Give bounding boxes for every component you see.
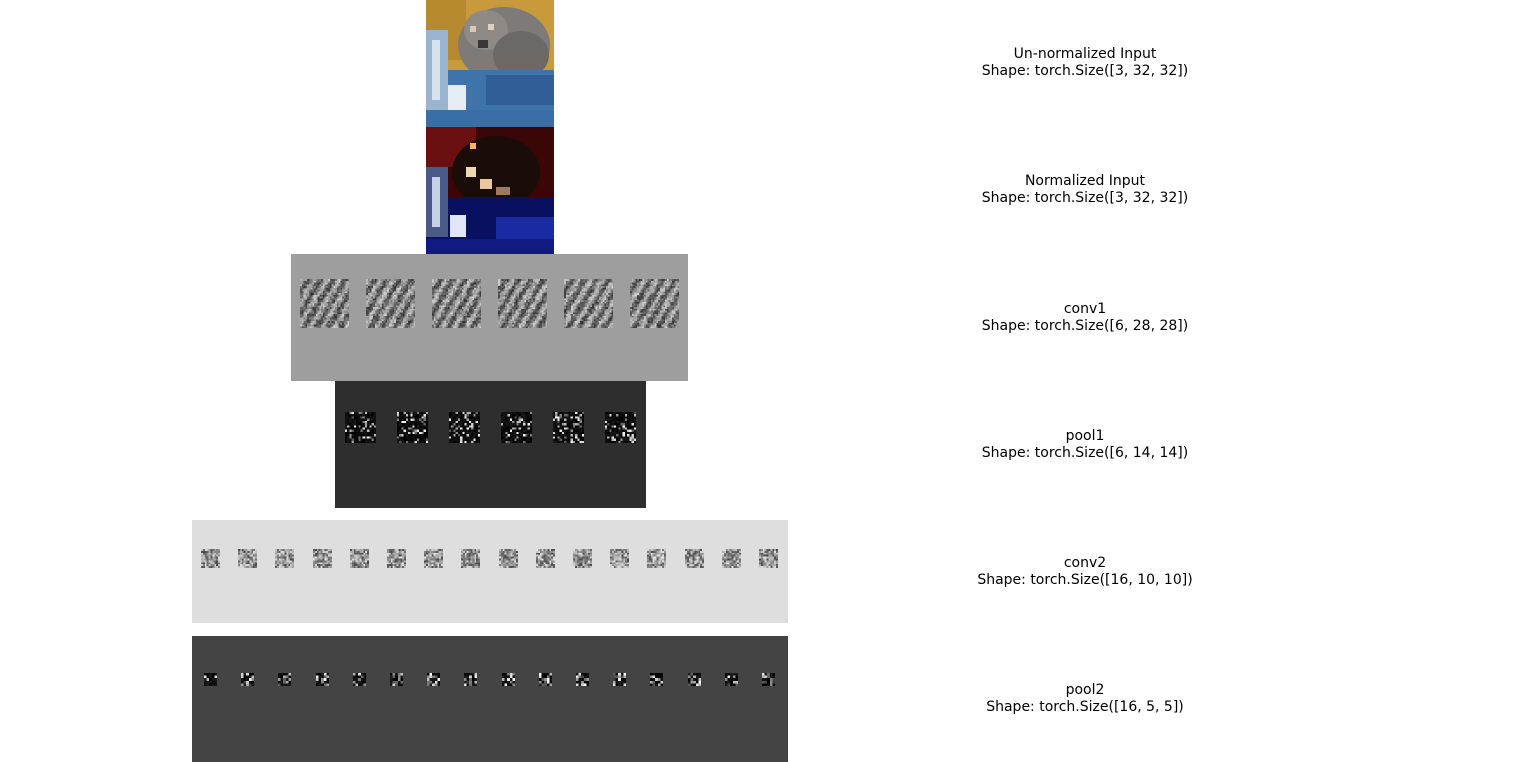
pool2-map-2 (241, 673, 255, 686)
conv1-map-4 (498, 279, 547, 328)
conv1-feature-maps (291, 254, 688, 381)
conv2-map-5 (349, 549, 369, 568)
layer-name: Normalized Input (1024, 173, 1146, 189)
layer-name: pool2 (1065, 682, 1105, 698)
caption-normalized-input: Normalized Input Shape: torch.Size([3, 3… (885, 173, 1285, 207)
caption-conv1: conv1 Shape: torch.Size([6, 28, 28]) (885, 301, 1285, 335)
layer-shape: Shape: torch.Size([3, 32, 32]) (981, 63, 1189, 79)
layer-shape: Shape: torch.Size([16, 10, 10]) (977, 572, 1193, 588)
pool2-map-3 (278, 673, 292, 686)
conv1-map-5 (564, 279, 613, 328)
layer-shape: Shape: torch.Size([16, 5, 5]) (986, 699, 1184, 715)
normalized-input-image (426, 127, 554, 254)
conv1-map-1 (300, 279, 349, 328)
conv1-map-2 (366, 279, 415, 328)
pool2-map-16 (762, 673, 775, 686)
conv2-feature-maps (192, 520, 788, 623)
conv2-map-8 (461, 549, 481, 568)
layer-shape: Shape: torch.Size([6, 28, 28]) (981, 318, 1189, 334)
conv2-map-13 (647, 549, 667, 568)
conv2-map-12 (610, 549, 630, 568)
pool2-feature-maps (192, 636, 788, 762)
pool1-map-2 (397, 412, 428, 443)
pool2-map-11 (576, 673, 589, 686)
caption-pool1: pool1 Shape: torch.Size([6, 14, 14]) (885, 428, 1285, 462)
conv2-map-1 (201, 549, 220, 568)
conv1-map-3 (432, 279, 481, 328)
pool2-map-1 (204, 673, 217, 686)
conv2-map-16 (759, 549, 778, 568)
unnormalized-input-image (426, 0, 554, 127)
conv1-map-6 (630, 279, 679, 328)
pool2-map-9 (501, 673, 515, 686)
pool1-feature-maps (335, 381, 646, 508)
pool2-map-8 (464, 673, 478, 686)
conv2-map-9 (498, 549, 518, 568)
pool1-map-1 (345, 412, 376, 443)
pool2-map-13 (650, 673, 664, 686)
conv2-map-14 (684, 549, 704, 568)
layer-name: conv1 (1063, 301, 1107, 317)
conv2-map-6 (387, 549, 406, 568)
conv2-map-3 (275, 549, 295, 568)
cat-image (426, 0, 554, 127)
layer-shape: Shape: torch.Size([3, 32, 32]) (981, 190, 1189, 206)
caption-conv2: conv2 Shape: torch.Size([16, 10, 10]) (885, 555, 1285, 589)
pool2-map-12 (613, 673, 627, 686)
pool2-map-7 (427, 673, 441, 686)
conv2-map-7 (424, 549, 444, 568)
pool1-map-3 (449, 412, 480, 443)
conv2-map-10 (535, 549, 555, 568)
caption-unnormalized-input: Un-normalized Input Shape: torch.Size([3… (885, 46, 1285, 80)
pool1-map-5 (553, 412, 584, 443)
caption-pool2: pool2 Shape: torch.Size([16, 5, 5]) (885, 682, 1285, 716)
layer-name: Un-normalized Input (1013, 46, 1157, 62)
pool2-map-6 (390, 673, 403, 686)
conv2-map-4 (312, 549, 332, 568)
pool2-map-10 (538, 673, 552, 686)
pool2-map-5 (352, 673, 366, 686)
layer-name: conv2 (1063, 555, 1107, 571)
conv2-map-2 (238, 549, 258, 568)
pool1-map-6 (605, 412, 636, 443)
layer-shape: Shape: torch.Size([6, 14, 14]) (981, 445, 1189, 461)
layer-name: pool1 (1065, 428, 1105, 444)
conv2-map-15 (721, 549, 741, 568)
pool2-map-4 (315, 673, 329, 686)
conv2-map-11 (573, 549, 592, 568)
pool1-map-4 (501, 412, 532, 443)
pool2-map-15 (724, 673, 738, 686)
pool2-map-14 (687, 673, 701, 686)
normalized-cat-image (426, 127, 554, 254)
